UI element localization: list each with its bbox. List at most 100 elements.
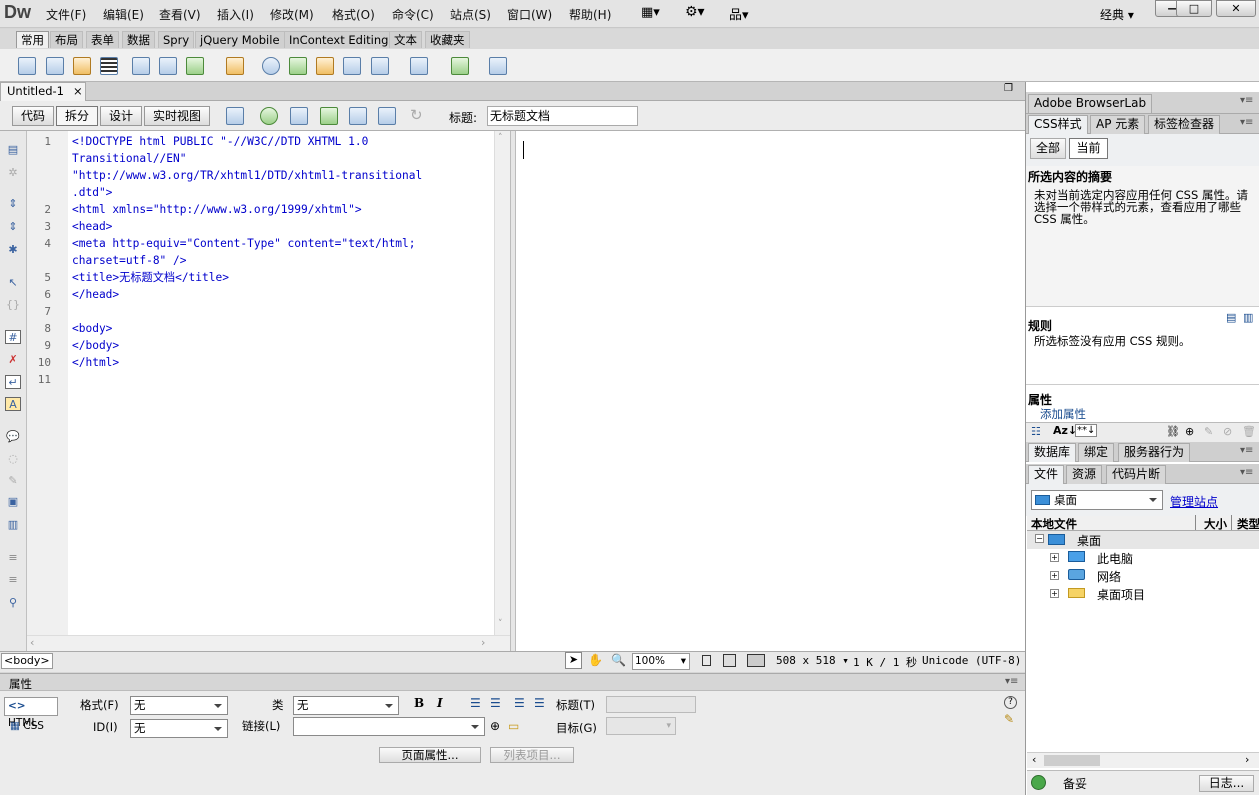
insert-tab-spry[interactable]: Spry bbox=[158, 31, 195, 48]
link-input[interactable] bbox=[293, 717, 485, 736]
column-local-files[interactable]: 本地文件 bbox=[1031, 516, 1077, 532]
restore-document-icon[interactable]: ❐ bbox=[1004, 83, 1013, 94]
database-tab[interactable]: 数据库 bbox=[1028, 443, 1077, 462]
hyperlink-icon[interactable] bbox=[18, 57, 36, 75]
edit-rule-icon[interactable]: ✎ bbox=[1204, 425, 1213, 438]
maximize-button[interactable]: □ bbox=[1176, 0, 1212, 17]
list-item-button[interactable]: 列表项目... bbox=[490, 747, 574, 763]
named-anchor-icon[interactable] bbox=[73, 57, 91, 75]
syntax-coloring-icon[interactable]: A bbox=[5, 397, 21, 411]
expand-icon[interactable]: + bbox=[1050, 553, 1059, 562]
panel-menu-icon[interactable]: ▾≡ bbox=[1240, 117, 1253, 128]
menu-edit[interactable]: 编辑(E) bbox=[103, 6, 144, 23]
italic-button[interactable]: I bbox=[437, 696, 443, 710]
page-title-input[interactable]: 无标题文档 bbox=[487, 106, 638, 126]
bold-button[interactable]: B bbox=[414, 696, 424, 710]
panel-menu-icon[interactable]: ▾≡ bbox=[1005, 676, 1018, 687]
date-icon[interactable] bbox=[289, 57, 307, 75]
hand-tool-icon[interactable]: ✋ bbox=[588, 653, 603, 667]
code-line[interactable]: charset=utf-8" /> bbox=[72, 252, 187, 269]
move-css-icon[interactable]: ▥ bbox=[5, 518, 21, 532]
snippets-tab[interactable]: 代码片断 bbox=[1106, 465, 1167, 484]
indent-code-icon[interactable]: ≡ bbox=[5, 551, 21, 565]
server-behaviors-tab[interactable]: 服务器行为 bbox=[1118, 443, 1191, 462]
insert-tab-favorites[interactable]: 收藏夹 bbox=[425, 31, 470, 48]
tree-row-this-pc[interactable]: + 此电脑 bbox=[1027, 549, 1259, 567]
page-properties-button[interactable]: 页面属性... bbox=[379, 747, 481, 763]
menu-window[interactable]: 窗口(W) bbox=[507, 6, 552, 23]
css-styles-tab[interactable]: CSS样式 bbox=[1028, 115, 1088, 134]
show-rule-info-icon[interactable]: ▥ bbox=[1243, 311, 1253, 324]
code-line[interactable]: Transitional//EN" bbox=[72, 150, 187, 167]
log-button[interactable]: 日志... bbox=[1199, 775, 1254, 792]
expand-all-icon[interactable]: ✱ bbox=[5, 243, 21, 257]
outdent-code-icon[interactable]: ≡ bbox=[5, 573, 21, 587]
wrap-tag-icon[interactable]: ✎ bbox=[5, 474, 21, 488]
desktop-size-icon[interactable] bbox=[747, 654, 765, 667]
files-horizontal-scrollbar[interactable]: ‹ › bbox=[1027, 752, 1259, 768]
menu-commands[interactable]: 命令(C) bbox=[392, 6, 434, 23]
preview-browser-icon[interactable] bbox=[260, 107, 278, 125]
id-select[interactable]: 无 bbox=[130, 719, 228, 738]
zoom-select[interactable]: 100% ▾ bbox=[632, 653, 690, 670]
format-source-icon[interactable]: ⚲ bbox=[5, 596, 21, 610]
open-documents-icon[interactable]: ▤ bbox=[5, 143, 21, 157]
category-view-icon[interactable]: ☷ bbox=[1031, 425, 1041, 438]
site-structure-icon[interactable]: 品▾ bbox=[729, 4, 749, 23]
code-line[interactable]: .dtd"> bbox=[72, 184, 112, 201]
insert-tab-layout[interactable]: 布局 bbox=[50, 31, 83, 48]
w3c-validation-icon[interactable] bbox=[320, 107, 338, 125]
apply-comment-icon[interactable]: 💬 bbox=[5, 430, 21, 444]
horizontal-rule-icon[interactable] bbox=[100, 57, 118, 75]
line-numbers-icon[interactable]: # bbox=[5, 330, 21, 344]
insert-tab-jquery-mobile[interactable]: jQuery Mobile bbox=[195, 31, 285, 48]
menu-modify[interactable]: 修改(M) bbox=[270, 6, 314, 23]
word-wrap-icon[interactable]: ↵ bbox=[5, 375, 21, 389]
tag-inspector-tab[interactable]: 标签检查器 bbox=[1148, 115, 1221, 134]
code-horizontal-scrollbar[interactable]: ‹ › bbox=[27, 635, 511, 651]
attach-stylesheet-icon[interactable]: ⛓ bbox=[1166, 425, 1180, 438]
folder-icon[interactable]: ▭ bbox=[508, 719, 519, 733]
ap-elements-tab[interactable]: AP 元素 bbox=[1090, 115, 1146, 134]
insert-tab-data[interactable]: 数据 bbox=[122, 31, 155, 48]
menu-insert[interactable]: 插入(I) bbox=[217, 6, 254, 23]
tree-row-network[interactable]: + 网络 bbox=[1027, 567, 1259, 585]
templates-icon[interactable] bbox=[451, 57, 469, 75]
script-icon[interactable] bbox=[410, 57, 428, 75]
css-mode-button[interactable]: ▦ CSS bbox=[10, 720, 44, 732]
code-line[interactable]: <title>无标题文档</title> bbox=[72, 269, 229, 286]
indent-icon[interactable]: ☰ bbox=[534, 696, 545, 710]
document-tab[interactable]: Untitled-1 × bbox=[0, 82, 86, 101]
code-line[interactable]: <html xmlns="http://www.w3.org/1999/xhtm… bbox=[72, 201, 362, 218]
code-vertical-scrollbar[interactable]: ˄ ˅ bbox=[494, 131, 510, 635]
code-line[interactable]: </body> bbox=[72, 337, 119, 354]
code-line[interactable]: <!DOCTYPE html PUBLIC "-//W3C//DTD XHTML… bbox=[72, 133, 368, 150]
browserlab-tab[interactable]: Adobe BrowserLab bbox=[1028, 94, 1153, 113]
new-css-rule-icon[interactable]: ⊕ bbox=[1185, 425, 1194, 438]
expand-icon[interactable]: + bbox=[1050, 571, 1059, 580]
assets-tab[interactable]: 资源 bbox=[1066, 465, 1103, 484]
disable-property-icon[interactable]: ⊘ bbox=[1223, 425, 1232, 438]
tag-selector-body[interactable]: <body> bbox=[1, 653, 53, 669]
panel-menu-icon[interactable]: ▾≡ bbox=[1240, 445, 1253, 456]
tree-row-root[interactable]: − 桌面 bbox=[1027, 531, 1259, 549]
files-tab[interactable]: 文件 bbox=[1028, 465, 1065, 484]
media-icon[interactable] bbox=[226, 57, 244, 75]
column-size[interactable]: 大小 bbox=[1204, 516, 1227, 532]
code-line[interactable]: "http://www.w3.org/TR/xhtml1/DTD/xhtml1-… bbox=[72, 167, 422, 184]
comment-icon[interactable] bbox=[343, 57, 361, 75]
layout-menu-icon[interactable]: ▦▾ bbox=[641, 5, 660, 20]
menu-view[interactable]: 查看(V) bbox=[159, 6, 201, 23]
scroll-thumb[interactable] bbox=[1044, 755, 1100, 766]
code-line[interactable]: </html> bbox=[72, 354, 119, 371]
design-view-button[interactable]: 设计 bbox=[100, 106, 142, 126]
select-tool-icon[interactable]: ➤ bbox=[565, 652, 582, 669]
panel-menu-icon[interactable]: ▾≡ bbox=[1240, 467, 1253, 478]
file-management-icon[interactable] bbox=[290, 107, 308, 125]
collapse-icon[interactable]: − bbox=[1035, 534, 1044, 543]
design-view-canvas[interactable] bbox=[516, 131, 1025, 651]
code-line[interactable]: </head> bbox=[72, 286, 119, 303]
show-code-navigator-icon[interactable]: ✲ bbox=[5, 166, 21, 180]
window-size-select[interactable]: 508 x 518 ▾ bbox=[776, 654, 849, 667]
tablet-size-icon[interactable] bbox=[723, 654, 736, 667]
